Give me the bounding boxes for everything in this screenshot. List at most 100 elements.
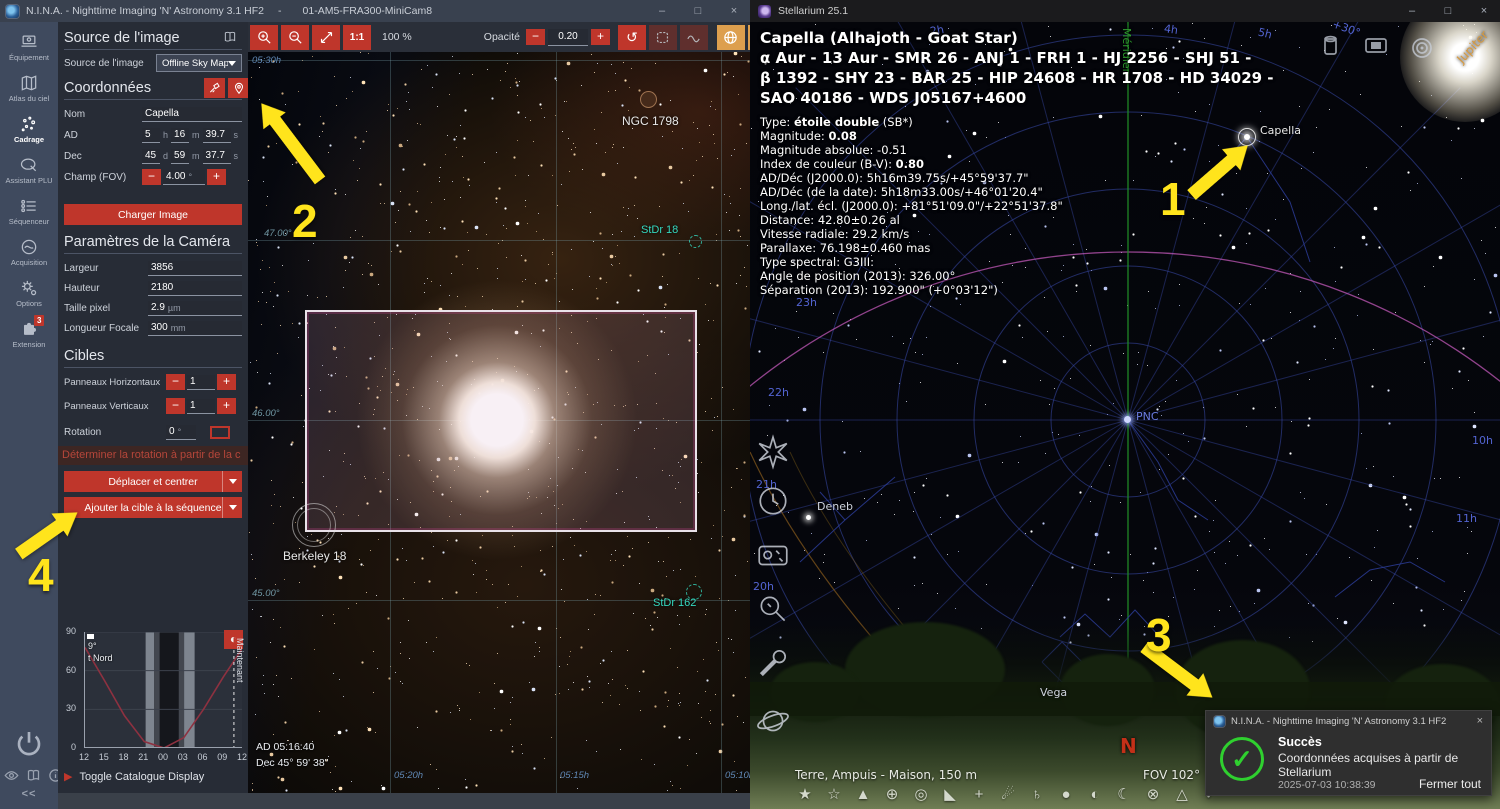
rotation-input[interactable]: 0 ° xyxy=(166,424,196,440)
camera-height-input[interactable]: 2180 xyxy=(148,280,242,296)
rotate-image-button[interactable]: ↺ xyxy=(617,24,646,50)
fullscreen-icon[interactable]: △ xyxy=(1172,784,1192,806)
date-time-window-button[interactable] xyxy=(755,483,795,523)
target-name-input[interactable]: Capella xyxy=(142,106,242,122)
azimuthal-grid-icon[interactable]: ◎ xyxy=(911,784,931,806)
fit-to-screen-button[interactable] xyxy=(312,24,340,50)
eye-icon[interactable] xyxy=(4,768,19,783)
sidebar-item-options[interactable]: Options xyxy=(0,278,58,318)
ra-hours-input[interactable]: 5 xyxy=(142,127,160,143)
sky-viewing-options-button[interactable] xyxy=(755,537,795,577)
load-image-button[interactable]: Charger Image xyxy=(64,204,242,225)
dec-seconds-input[interactable]: 37.7 xyxy=(202,148,231,164)
sidebar-item-equipement[interactable]: Équipement xyxy=(0,32,58,72)
fov-decrease-button[interactable]: − xyxy=(142,169,161,185)
equatorial-grid-icon[interactable]: ⊕ xyxy=(882,784,902,806)
hpanels-decrease-button[interactable]: − xyxy=(166,374,185,390)
slew-options-caret[interactable] xyxy=(222,471,242,492)
zoom-in-button[interactable] xyxy=(250,24,278,50)
maximize-icon[interactable]: □ xyxy=(1442,5,1454,17)
add-target-options-caret[interactable] xyxy=(222,497,242,518)
sidebar-collapse-button[interactable]: << xyxy=(0,788,58,800)
configuration-window-button[interactable] xyxy=(755,645,795,685)
vpanels-increase-button[interactable]: + xyxy=(217,398,236,414)
sidebar-item-assistant-plu[interactable]: Assistant PLU xyxy=(0,155,58,195)
constellation-lines-icon[interactable]: ★ xyxy=(795,784,815,806)
determine-rotation-button[interactable]: Déterminer la rotation à partir de la c xyxy=(58,446,248,465)
hour-label-22h: 22h xyxy=(768,386,789,399)
dec-degrees-input[interactable]: 45 xyxy=(142,148,160,164)
close-icon[interactable]: × xyxy=(1478,5,1490,17)
search-window-button[interactable] xyxy=(755,591,795,631)
target-pointer-button[interactable] xyxy=(1408,34,1436,67)
hpanels-input[interactable]: 1 xyxy=(187,374,215,390)
add-target-to-sequence-button[interactable]: Ajouter la cible à la séquence xyxy=(64,497,242,518)
vpanels-decrease-button[interactable]: − xyxy=(166,398,185,414)
constellation-art-icon[interactable]: ▲ xyxy=(853,784,873,806)
focal-length-input[interactable]: 300 mm xyxy=(148,320,242,336)
planets-icon[interactable]: ♄ xyxy=(1027,784,1047,806)
ra-seconds-input[interactable]: 39.7 xyxy=(202,127,231,143)
mount-mode-icon[interactable]: ◐ xyxy=(1085,784,1105,806)
imaging-icon xyxy=(21,239,37,255)
slew-and-center-button[interactable]: Déplacer et centrer xyxy=(64,471,242,492)
sidebar-item-acquisition[interactable]: Acquisition xyxy=(0,237,58,277)
astronomical-calculations-button[interactable] xyxy=(755,703,795,743)
ground-icon[interactable]: ◣ xyxy=(940,784,960,806)
camera-framing-rectangle[interactable] xyxy=(305,310,697,532)
dismiss-all-button[interactable]: Fermer tout xyxy=(1419,777,1481,791)
annotate-button-disabled[interactable] xyxy=(679,24,708,50)
hpanels-increase-button[interactable]: + xyxy=(217,374,236,390)
sky-survey-button[interactable] xyxy=(716,24,745,50)
nina-title: N.I.N.A. - Nighttime Imaging 'N' Astrono… xyxy=(26,5,265,17)
opacity-increase-button[interactable]: + xyxy=(590,29,610,45)
sequencer-icon xyxy=(21,199,36,213)
pixel-size-input[interactable]: 2.9 µm xyxy=(148,300,242,316)
sidebar-item-sequenceur[interactable]: Séquenceur xyxy=(0,196,58,236)
sidebar-item-atlas-du-ciel[interactable]: Atlas du ciel xyxy=(0,73,58,113)
ra-minutes-input[interactable]: 16 xyxy=(171,127,190,143)
maximize-icon[interactable]: □ xyxy=(692,5,704,17)
crop-button-disabled[interactable] xyxy=(648,24,677,50)
stellarium-sky-canvas[interactable]: Jupiter Méridien 23h 22h 21h 20h 2h 4h 5… xyxy=(750,22,1500,809)
night-mode-icon[interactable]: ☾ xyxy=(1114,784,1134,806)
nina-profile-name: 01-AM5-FRA300-MiniCam8 xyxy=(302,5,433,17)
ra-label: AD xyxy=(64,129,78,141)
toast-close-icon[interactable]: × xyxy=(1477,715,1483,727)
zoom-out-button[interactable] xyxy=(281,24,309,50)
deep-sky-objects-icon[interactable]: ● xyxy=(1056,784,1076,806)
power-button[interactable] xyxy=(13,728,45,760)
oculars-plugin-button[interactable] xyxy=(1316,32,1344,65)
dec-row: Dec 45 d 59 m 37.7 s xyxy=(64,148,239,164)
close-icon[interactable]: × xyxy=(728,5,740,17)
sidebar-item-cadrage[interactable]: Cadrage xyxy=(0,114,58,154)
dec-label-47: 47.00° xyxy=(264,228,292,239)
opacity-input[interactable]: 0.20 xyxy=(547,28,588,46)
book-icon[interactable] xyxy=(26,768,41,783)
vpanels-input[interactable]: 1 xyxy=(187,398,215,414)
toggle-catalogue-display[interactable]: ▶ Toggle Catalogue Display xyxy=(64,770,204,784)
constellation-labels-icon[interactable]: ☆ xyxy=(824,784,844,806)
minimize-icon[interactable]: – xyxy=(656,5,668,17)
opacity-decrease-button[interactable]: − xyxy=(525,29,545,45)
atmosphere-icon[interactable]: ☄ xyxy=(998,784,1018,806)
center-object-icon[interactable]: ⊗ xyxy=(1143,784,1163,806)
manual-book-icon[interactable] xyxy=(222,30,238,44)
pixel-size-row: Taille pixel 2.9 µm xyxy=(64,300,242,316)
fov-input[interactable]: 4.00 ° xyxy=(163,169,205,185)
dec-minutes-input[interactable]: 59 xyxy=(171,148,190,164)
slew-telescope-icon-button[interactable] xyxy=(204,78,225,98)
rotation-sync-toggle[interactable] xyxy=(210,425,230,439)
get-coordinates-from-planetarium-button[interactable] xyxy=(228,78,248,98)
source-dropdown[interactable]: Offline Sky Map xyxy=(156,54,242,72)
location-window-button[interactable] xyxy=(755,434,795,474)
minimize-icon[interactable]: – xyxy=(1406,5,1418,17)
fov-increase-button[interactable]: + xyxy=(207,169,226,185)
image-viewer: 1:1 100 % Opacité − 0.20 + ↺ NGC xyxy=(248,22,750,809)
one-to-one-button[interactable]: 1:1 xyxy=(343,24,371,50)
cardinal-points-icon[interactable]: + xyxy=(969,784,989,806)
alt-chart-xtick: 21 xyxy=(138,752,149,762)
sidebar-item-extension[interactable]: 3 Extension xyxy=(0,315,58,359)
camera-width-input[interactable]: 3856 xyxy=(148,260,242,276)
screen-capture-button[interactable] xyxy=(1362,32,1390,65)
